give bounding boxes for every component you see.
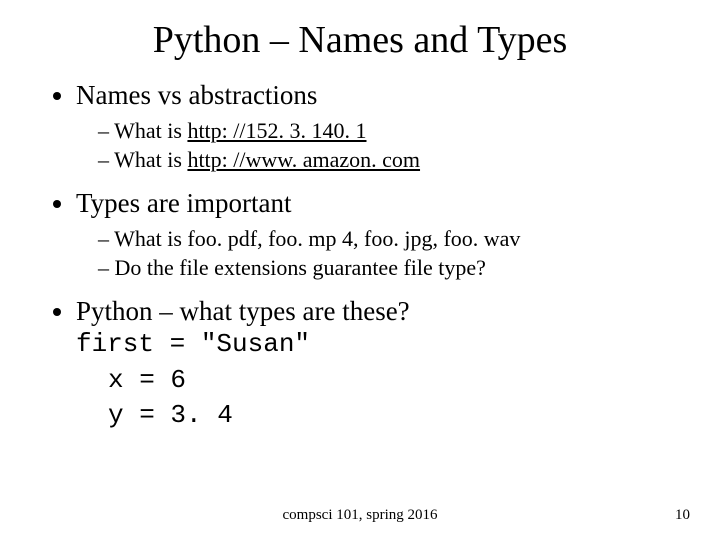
bullet-text: Types are important	[76, 188, 292, 218]
slide: Python – Names and Types Names vs abstra…	[0, 0, 720, 540]
bullet-text: Names vs abstractions	[76, 80, 317, 110]
sub-prefix: What is	[114, 118, 187, 143]
code-block: x = 6 y = 3. 4	[108, 363, 680, 433]
slide-title: Python – Names and Types	[40, 18, 680, 62]
code-line-x: x = 6	[108, 363, 680, 398]
page-number: 10	[675, 507, 690, 524]
link-ip[interactable]: http: //152. 3. 140. 1	[187, 118, 366, 143]
bullet-names-vs-abstractions: Names vs abstractions What is http: //15…	[76, 80, 680, 174]
code-line-y: y = 3. 4	[108, 398, 680, 433]
code-inline-first: first = "Susan"	[76, 329, 310, 359]
sub-list: What is http: //152. 3. 140. 1 What is h…	[76, 117, 680, 174]
sub-item-ip-url: What is http: //152. 3. 140. 1	[98, 117, 680, 146]
link-amazon[interactable]: http: //www. amazon. com	[187, 147, 420, 172]
sub-item-amazon-url: What is http: //www. amazon. com	[98, 146, 680, 175]
sub-list: What is foo. pdf, foo. mp 4, foo. jpg, f…	[76, 225, 680, 282]
footer-course: compsci 101, spring 2016	[0, 507, 720, 524]
sub-item-file-exts: What is foo. pdf, foo. mp 4, foo. jpg, f…	[98, 225, 680, 254]
bullet-types-important: Types are important What is foo. pdf, fo…	[76, 188, 680, 282]
sub-item-ext-guarantee: Do the file extensions guarantee file ty…	[98, 254, 680, 283]
bullet-python-types: Python – what types are these? first = "…	[76, 296, 680, 359]
bullet-text: Python – what types are these?	[76, 296, 410, 326]
bullet-list: Names vs abstractions What is http: //15…	[40, 80, 680, 359]
sub-prefix: What is	[114, 147, 187, 172]
